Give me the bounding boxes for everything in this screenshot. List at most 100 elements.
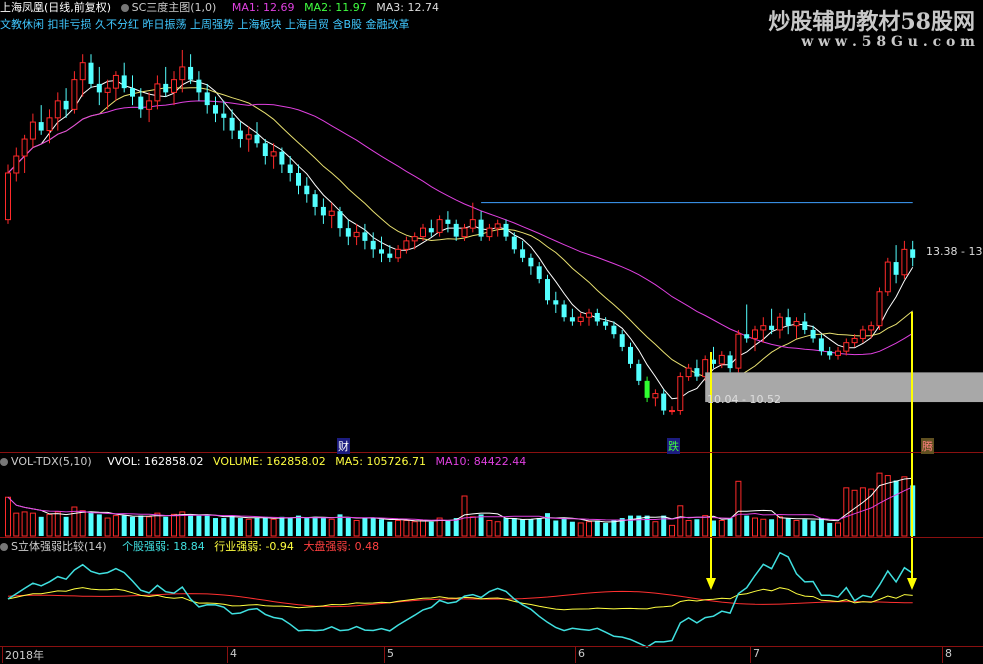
candle-body [603,321,609,326]
candle [337,206,343,237]
candle [79,54,86,97]
candle-body [245,134,252,140]
candle [213,96,218,123]
candle-body [337,211,343,229]
settings-icon[interactable] [0,543,8,551]
candle [262,139,268,165]
candle [619,329,625,352]
candle-body [411,236,418,242]
candle-body [328,210,335,216]
indicator-name[interactable]: SC三度主图(1,0) [132,1,217,14]
candle-body [718,354,725,365]
candle [727,351,733,373]
candle-body [279,151,285,165]
candle [677,372,684,415]
volume-bar [469,516,476,537]
candle-body [835,350,841,356]
volume-bar [88,511,94,536]
candle [901,240,908,280]
candle-body [652,393,659,399]
candle-body [379,249,384,254]
strength-indicator-name[interactable]: S立体强弱比较(14) [11,540,107,553]
candle-body [868,325,875,331]
candle-body [5,172,11,221]
stock-strength-value: 个股强弱: 18.84 [122,540,205,553]
stock-title[interactable]: 上海凤凰(日线,前复权) [0,1,111,14]
candle-body [901,248,908,276]
volume-bar [196,515,202,536]
settings-icon[interactable] [120,4,129,12]
candle-body [88,62,94,84]
volume-bar [685,519,692,537]
volume-bar [229,515,235,536]
ma10-value: MA10: 84422.44 [435,455,527,468]
candle-body [577,316,584,322]
volume-bar [793,519,800,537]
date-axis-label: 2018年 [5,649,44,662]
candle [121,62,127,93]
candle [453,219,459,241]
candle-body [262,143,268,157]
candle [362,223,368,250]
date-axis-tick [2,647,3,663]
candle-body [644,380,650,398]
candle [395,245,402,263]
candle-body [520,249,526,258]
candle [520,240,526,263]
candle-body [752,329,758,339]
candle-body [636,363,642,381]
date-axis-label: 8 [945,647,952,660]
candle-body [112,74,119,89]
candle [353,223,360,246]
volume-bar [520,519,526,536]
settings-icon[interactable] [0,458,8,466]
volume-bar [204,515,210,536]
candle [5,164,11,224]
volume-bar [121,515,127,536]
volume-bar [744,515,750,536]
volume-bar [628,515,633,536]
candle [694,359,700,381]
volume-bar [188,515,194,536]
volume-bar [54,511,61,537]
volume-ma5-line [7,477,913,523]
candle [494,219,501,237]
arrow-head [706,578,716,590]
candle [884,257,891,297]
market-strength-value: 大盘强弱: 0.48 [303,540,380,553]
volume-bar [146,516,153,537]
volume-bar [752,517,758,537]
candle-body [436,219,443,233]
candle-body [586,312,592,318]
candle [188,54,194,84]
candle [63,88,69,118]
candle [204,83,210,114]
volume-bar [486,519,493,537]
candle-body [79,62,86,81]
candle-body [661,393,667,411]
volume-bar [677,505,684,537]
candle [876,287,883,330]
volume-bar [503,518,509,536]
candle [594,308,600,326]
volume-bar [262,516,268,536]
candle-body [104,87,111,93]
candle-body [229,117,235,131]
candle-body [536,266,542,280]
candle [893,245,899,284]
volume-bar [46,513,53,537]
candle-body [362,232,368,241]
volume-bar [353,519,360,537]
volume-bar [727,518,733,536]
volume-bar [163,516,169,536]
candle [802,312,808,335]
candle [586,308,592,326]
volume-indicator-name[interactable]: VOL-TDX(5,10) [11,455,92,468]
ma3-value: MA3: 12.74 [376,1,439,14]
candle-body [188,66,194,80]
candle-body [503,223,509,237]
candle [553,291,559,313]
volume-bar [843,487,850,537]
candle [245,126,252,152]
candle [478,211,484,241]
